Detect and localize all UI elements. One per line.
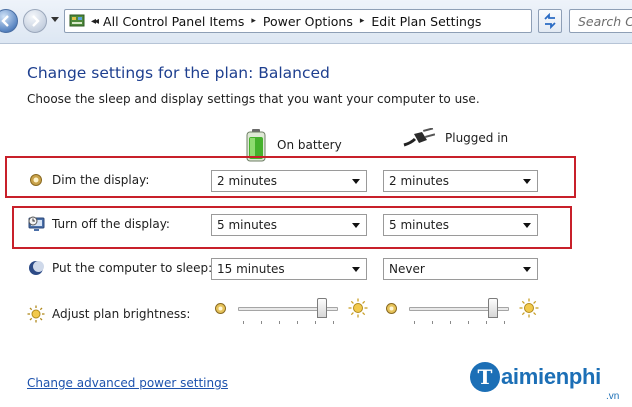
page-subtitle: Choose the sleep and display settings th… (27, 92, 480, 106)
breadcrumb-separator-icon[interactable]: ▸ (360, 16, 365, 26)
slider-tick (432, 321, 433, 324)
sleep-battery-value: 15 minutes (217, 262, 285, 276)
watermark-domain: .vn (606, 391, 620, 402)
sleep-battery-select[interactable]: 15 minutes (211, 258, 367, 280)
sleep-plugged-value: Never (389, 262, 425, 276)
chevron-down-icon (523, 267, 531, 272)
taimienphi-watermark-logo: T aimienphi .vn (470, 362, 619, 402)
chevron-down-icon (352, 267, 360, 272)
plugged-column-label: Plugged in (445, 131, 509, 145)
slider-tick (261, 321, 262, 324)
slider-tick (297, 321, 298, 324)
back-button[interactable] (0, 9, 18, 33)
slider-tick (486, 321, 487, 324)
sleep-row-label: Put the computer to sleep: (27, 259, 212, 277)
breadcrumb-item-all-control-panel-items[interactable]: All Control Panel Items (103, 14, 244, 29)
breadcrumb-item-power-options[interactable]: Power Options (263, 14, 353, 29)
edit-plan-settings-window: { "address_bar": { "breadcrumbs": ["All … (0, 0, 632, 407)
breadcrumb: All Control Panel Items ▸ Power Options … (103, 14, 481, 29)
brightness-plugged-slider[interactable] (385, 297, 541, 324)
slider-tick (450, 321, 451, 324)
sleep-label: Put the computer to sleep: (52, 261, 213, 275)
forward-arrow-icon (32, 15, 40, 27)
slider-tick (414, 321, 415, 324)
slider-tick (243, 321, 244, 324)
breadcrumb-separator-icon[interactable]: ▸ (251, 16, 256, 26)
slider-ticks (414, 321, 505, 324)
recent-pages-dropdown[interactable] (51, 17, 59, 22)
slider-ticks (243, 321, 334, 324)
refresh-button[interactable] (538, 9, 562, 33)
battery-column-label: On battery (277, 138, 342, 152)
slider-tick (468, 321, 469, 324)
breadcrumb-overflow-icon[interactable]: ◂◂ (91, 16, 99, 27)
slider-thumb[interactable] (488, 298, 498, 318)
page-title: Change settings for the plan: Balanced (27, 64, 330, 82)
moon-icon (27, 259, 45, 277)
brightness-icon (27, 305, 45, 323)
brightness-label: Adjust plan brightness: (52, 307, 191, 321)
brightness-high-icon (348, 298, 368, 321)
search-input[interactable]: Search Co (569, 9, 632, 33)
refresh-icon (544, 13, 556, 29)
dim-display-highlight-box (5, 156, 576, 198)
address-toolbar: ◂◂ All Control Panel Items ▸ Power Optio… (0, 0, 632, 44)
address-bar[interactable]: ◂◂ All Control Panel Items ▸ Power Optio… (64, 9, 588, 33)
brightness-row-label: Adjust plan brightness: (27, 305, 190, 323)
turn-off-display-highlight-box (12, 206, 572, 249)
slider-tick (504, 321, 505, 324)
advanced-power-settings-link[interactable]: Change advanced power settings (27, 376, 228, 390)
slider-tick (315, 321, 316, 324)
slider-tick (279, 321, 280, 324)
back-arrow-icon (1, 15, 9, 27)
watermark-name: aimienphi (501, 364, 601, 389)
brightness-low-icon (214, 302, 227, 318)
brightness-low-icon (385, 302, 398, 318)
slider-tick (333, 321, 334, 324)
power-plug-icon (403, 128, 435, 147)
search-placeholder: Search Co (578, 13, 632, 29)
breadcrumb-item-edit-plan-settings[interactable]: Edit Plan Settings (371, 14, 481, 29)
slider-thumb[interactable] (317, 298, 327, 318)
brightness-high-icon (519, 298, 539, 321)
brightness-battery-slider[interactable] (214, 297, 370, 324)
sleep-plugged-select[interactable]: Never (383, 258, 538, 280)
control-panel-icon (69, 14, 85, 27)
column-header-plugged: Plugged in (403, 128, 508, 148)
forward-button[interactable] (23, 9, 47, 33)
watermark-logo-letter: T (470, 362, 500, 392)
